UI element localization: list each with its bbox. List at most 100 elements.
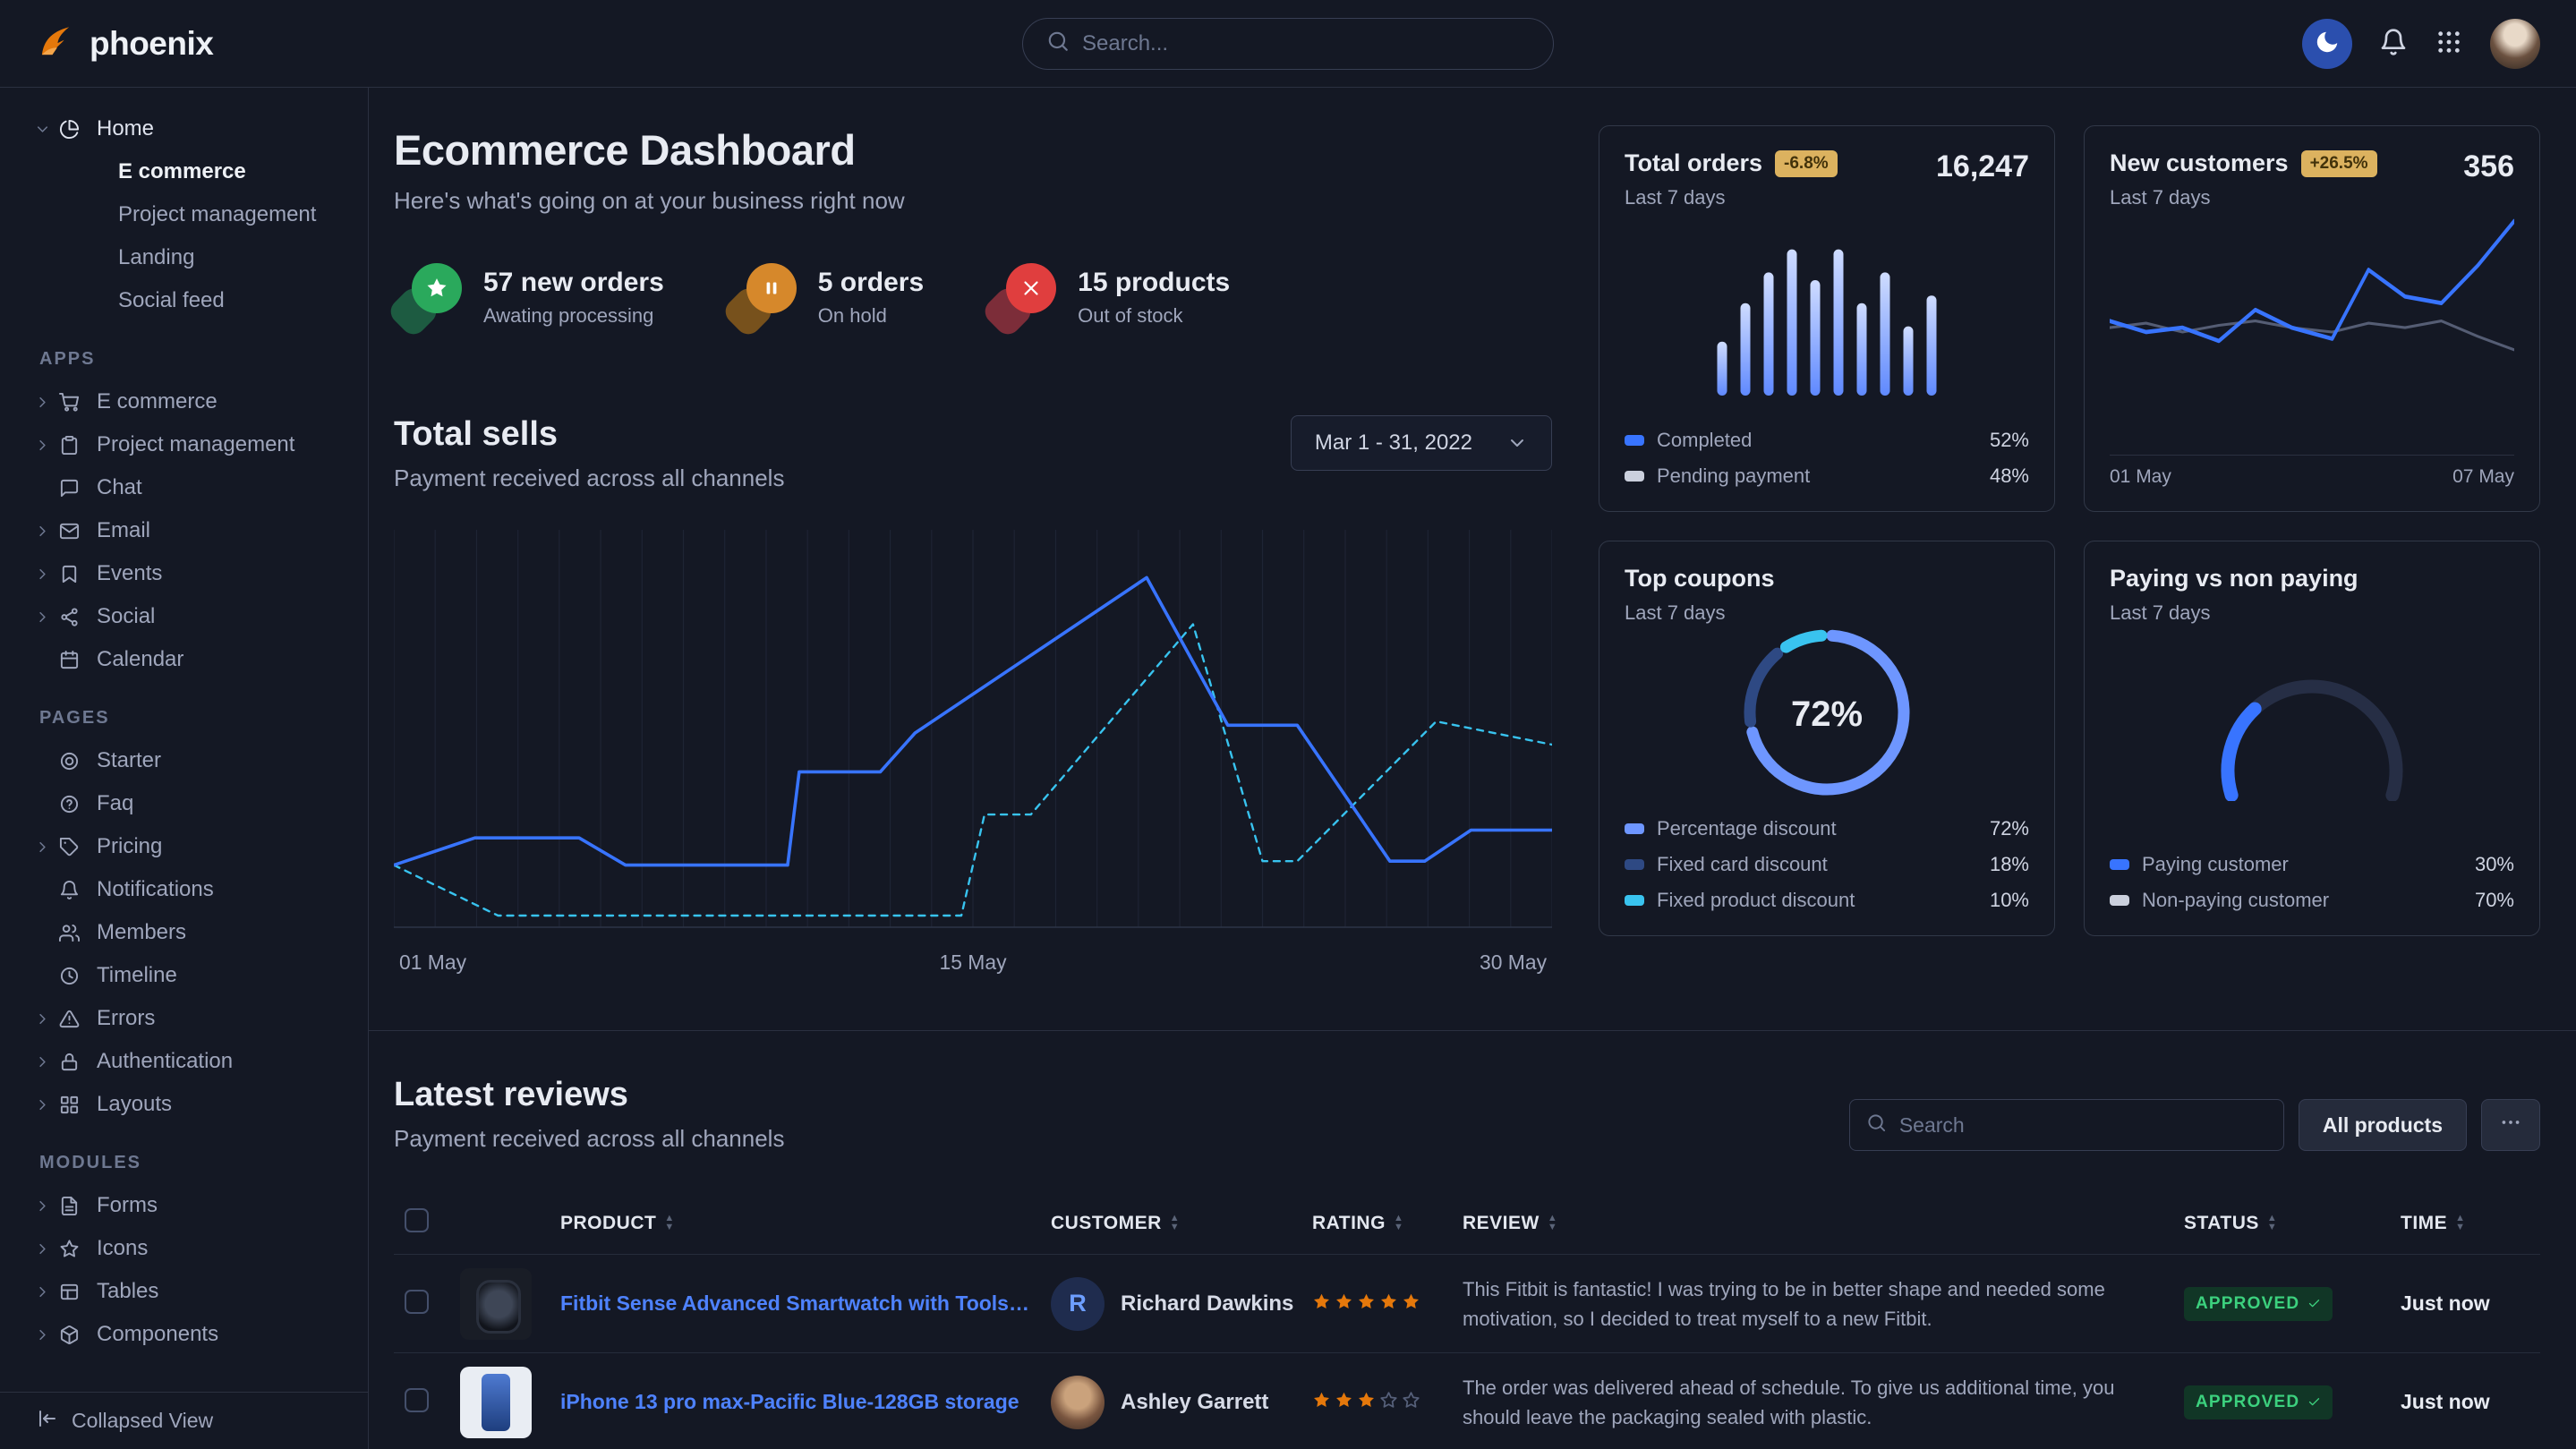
product-image[interactable]: [460, 1367, 532, 1438]
notifications-button[interactable]: [2379, 28, 2408, 59]
legend-label: Pending payment: [1657, 465, 1810, 488]
sidebar-subitem-project-management[interactable]: Project management: [0, 193, 368, 236]
search-icon: [1866, 1112, 1887, 1138]
product-link[interactable]: iPhone 13 pro max-Pacific Blue-128GB sto…: [560, 1390, 1029, 1414]
cart-icon: [59, 392, 97, 413]
top-coupons-title: Top coupons: [1625, 565, 2029, 592]
column-header-rating[interactable]: RATING▲▼: [1301, 1192, 1452, 1255]
svg-text:01 May: 01 May: [399, 950, 467, 974]
sidebar-subitem-e-commerce[interactable]: E commerce: [0, 150, 368, 193]
tag-icon: [59, 837, 97, 857]
sidebar-item-authentication[interactable]: Authentication: [0, 1040, 368, 1083]
chevron-down-icon: [1506, 432, 1528, 454]
sidebar-item-timeline[interactable]: Timeline: [0, 954, 368, 997]
star-icon: [1312, 1292, 1331, 1316]
apps-grid-button[interactable]: [2435, 28, 2463, 59]
sidebar-item-notifications[interactable]: Notifications: [0, 868, 368, 911]
reviews-search-input[interactable]: [1899, 1113, 2267, 1138]
column-header-time[interactable]: TIME▲▼: [2390, 1192, 2540, 1255]
sidebar-item-forms[interactable]: Forms: [0, 1184, 368, 1227]
more-options-button[interactable]: [2481, 1099, 2540, 1151]
sidebar-item-layouts[interactable]: Layouts: [0, 1083, 368, 1126]
caret-right-icon: [34, 609, 59, 626]
legend-value: 72%: [1990, 817, 2029, 840]
brand-name: phoenix: [90, 25, 213, 63]
stat-caption: Awating processing: [483, 304, 664, 328]
chat-icon: [59, 478, 97, 499]
stat-on-hold: 5 ordersOn hold: [729, 263, 924, 331]
sidebar-item-label: Chat: [97, 475, 142, 500]
target-icon: [59, 751, 97, 771]
sidebar-item-label: Errors: [97, 1006, 155, 1031]
sidebar-item-events[interactable]: Events: [0, 552, 368, 595]
new-customers-badge: +26.5%: [2301, 150, 2377, 177]
total-orders-title: Total orders: [1625, 149, 1762, 177]
paying-gauge-chart: [2110, 625, 2514, 840]
stats-row: 57 new ordersAwating processing5 ordersO…: [394, 263, 1552, 331]
legend-value: 30%: [2475, 853, 2514, 876]
sort-icon: ▲▼: [664, 1215, 674, 1232]
column-header-review[interactable]: REVIEW▲▼: [1452, 1192, 2173, 1255]
reviews-subtitle: Payment received across all channels: [394, 1125, 784, 1153]
help-icon: [59, 794, 97, 814]
sidebar-item-social[interactable]: Social: [0, 595, 368, 638]
top-coupons-donut-chart: 72%: [1625, 625, 2029, 805]
all-products-button[interactable]: All products: [2299, 1099, 2467, 1151]
clock-icon: [59, 966, 97, 986]
legend-label: Paying customer: [2142, 853, 2289, 876]
column-header-customer[interactable]: CUSTOMER▲▼: [1040, 1192, 1301, 1255]
sidebar-item-tables[interactable]: Tables: [0, 1270, 368, 1313]
sidebar-item-faq[interactable]: Faq: [0, 782, 368, 825]
product-image[interactable]: [460, 1268, 532, 1340]
customer-avatar: R: [1051, 1277, 1105, 1331]
sidebar-item-label: Timeline: [97, 963, 177, 988]
sidebar-item-starter[interactable]: Starter: [0, 739, 368, 782]
column-header-status[interactable]: STATUS▲▼: [2173, 1192, 2390, 1255]
sidebar-item-members[interactable]: Members: [0, 911, 368, 954]
sidebar-item-home[interactable]: Home: [0, 107, 368, 150]
sort-icon: ▲▼: [1394, 1215, 1403, 1232]
user-avatar[interactable]: [2490, 19, 2540, 69]
review-text: This Fitbit is fantastic! I was trying t…: [1463, 1274, 2162, 1334]
row-checkbox[interactable]: [405, 1290, 429, 1314]
product-link[interactable]: Fitbit Sense Advanced Smartwatch with To…: [560, 1291, 1029, 1316]
sidebar-item-label: Home: [97, 116, 154, 141]
legend-swatch: [2110, 895, 2129, 906]
ellipsis-icon: [2499, 1111, 2522, 1139]
sidebar-subitem-landing[interactable]: Landing: [0, 236, 368, 279]
sidebar-item-components[interactable]: Components: [0, 1313, 368, 1356]
mail-icon: [59, 521, 97, 541]
sidebar-subitem-social-feed[interactable]: Social feed: [0, 279, 368, 322]
sidebar-item-project-management[interactable]: Project management: [0, 423, 368, 466]
date-range-select[interactable]: Mar 1 - 31, 2022: [1291, 415, 1552, 471]
sidebar-item-icons[interactable]: Icons: [0, 1227, 368, 1270]
review-time: Just now: [2401, 1390, 2490, 1413]
star-icon: [1379, 1391, 1398, 1414]
green-status-icon: [394, 263, 462, 331]
global-search-input[interactable]: [1082, 31, 1530, 56]
page-subtitle: Here's what's going on at your business …: [394, 187, 1552, 215]
global-search[interactable]: [1022, 18, 1554, 70]
collapsed-view-toggle[interactable]: Collapsed View: [0, 1392, 368, 1449]
sidebar-item-pricing[interactable]: Pricing: [0, 825, 368, 868]
sidebar-item-calendar[interactable]: Calendar: [0, 638, 368, 681]
paying-period: Last 7 days: [2110, 601, 2514, 625]
row-checkbox[interactable]: [405, 1388, 429, 1412]
star-icon: [1335, 1391, 1353, 1414]
sidebar-item-errors[interactable]: Errors: [0, 997, 368, 1040]
stat-caption: Out of stock: [1078, 304, 1230, 328]
sidebar-item-chat[interactable]: Chat: [0, 466, 368, 509]
sidebar: HomeE commerceProject managementLandingS…: [0, 88, 369, 1449]
status-badge: APPROVED: [2184, 1287, 2333, 1321]
select-all-checkbox[interactable]: [405, 1208, 429, 1232]
reviews-search[interactable]: [1849, 1099, 2284, 1151]
sidebar-item-label: Components: [97, 1322, 218, 1347]
brand[interactable]: phoenix: [36, 21, 213, 65]
sidebar-item-e-commerce[interactable]: E commerce: [0, 380, 368, 423]
sidebar-item-label: E commerce: [97, 389, 218, 414]
column-header-product[interactable]: PRODUCT▲▼: [550, 1192, 1040, 1255]
sidebar-item-email[interactable]: Email: [0, 509, 368, 552]
total-orders-period: Last 7 days: [1625, 186, 1838, 209]
theme-toggle-button[interactable]: [2302, 19, 2352, 69]
sidebar-item-label: Project management: [97, 432, 294, 457]
